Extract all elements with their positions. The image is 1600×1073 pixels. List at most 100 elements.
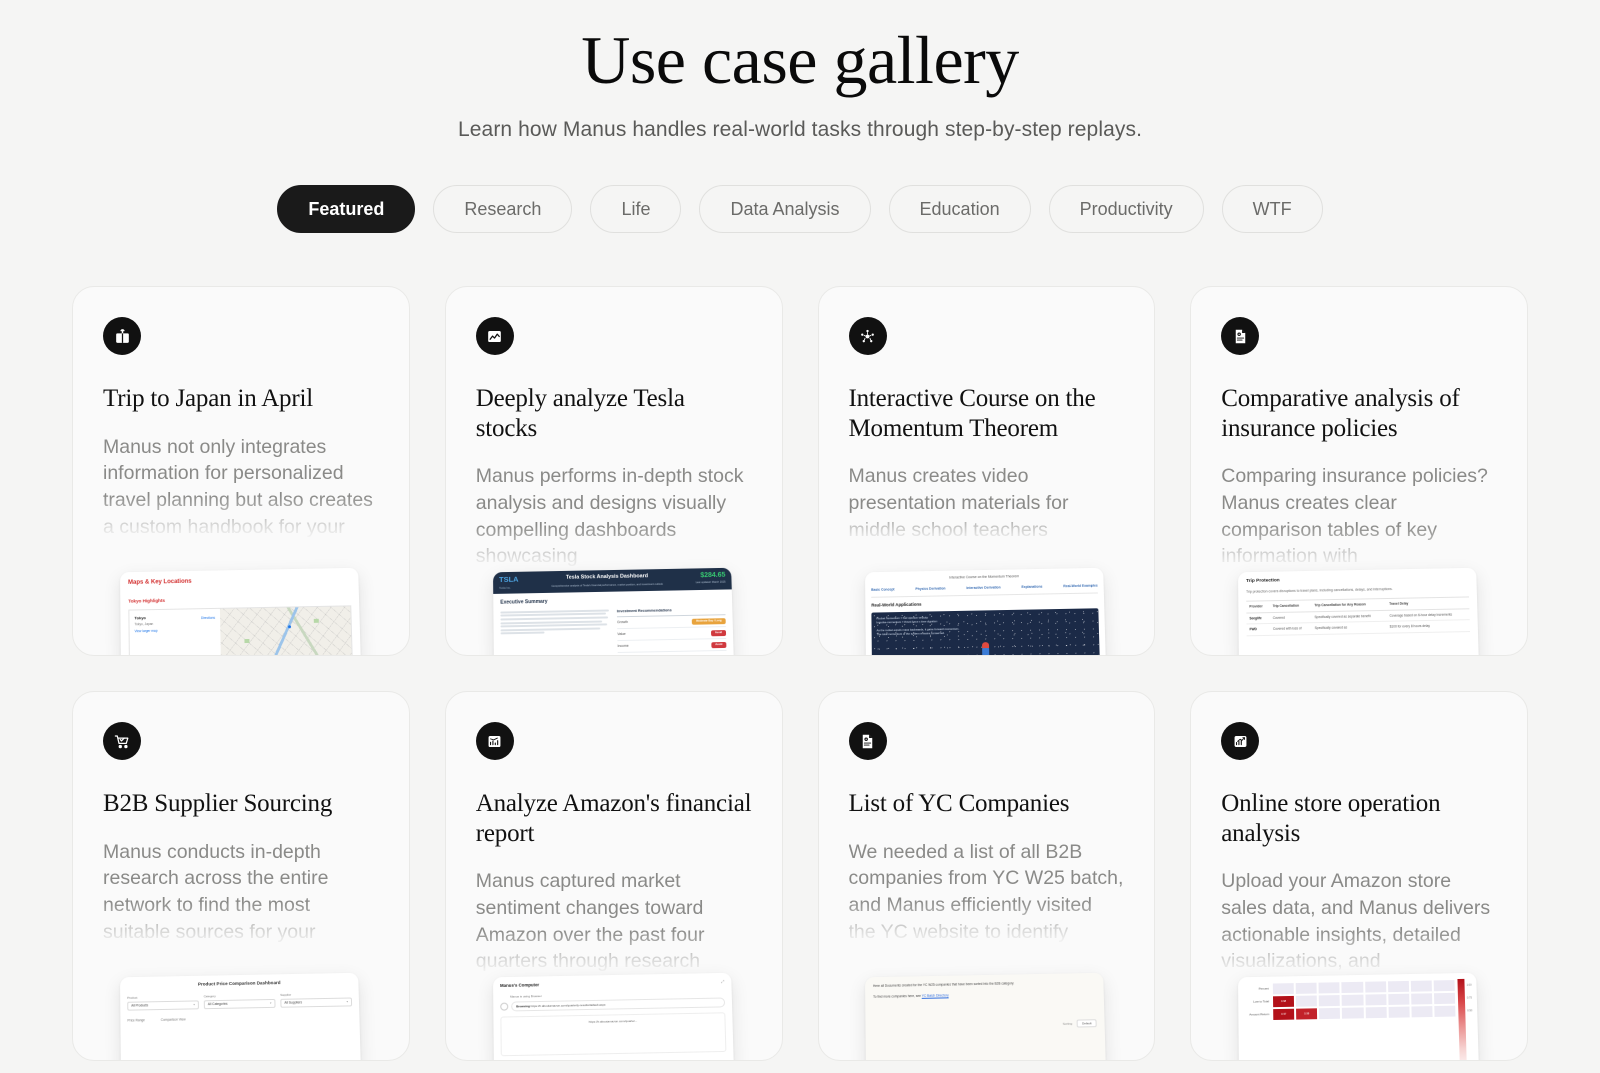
use-case-card[interactable]: Deeply analyze Tesla stocks Manus perfor… xyxy=(445,286,783,656)
preview-sub-right: Comparison View xyxy=(161,1018,186,1023)
preview-url-row: Browsing https://ir.aboutamazon.com/quar… xyxy=(500,997,725,1011)
tab-life[interactable]: Life xyxy=(590,185,681,233)
use-case-card[interactable]: Analyze Amazon's financial report Manus … xyxy=(445,691,783,1061)
preview-map-image xyxy=(220,607,352,656)
preview-rec-heading: Investment Recommendations xyxy=(616,607,725,617)
preview-price-sub: Last updated: March 2025 xyxy=(695,581,725,585)
use-case-gallery-page: Use case gallery Learn how Manus handles… xyxy=(0,0,1600,1073)
preview-window-header: Manus's Computer ⤢ xyxy=(500,979,725,990)
tab-research[interactable]: Research xyxy=(433,185,572,233)
preview-price: $284.65 xyxy=(695,572,725,579)
card-preview-thumbnail: Product Price Comparison Dashboard Produ… xyxy=(120,973,361,1061)
card-preview-thumbnail: Manus's Computer ⤢ Manus is using Browse… xyxy=(493,973,734,1061)
heatmap-row-label: Amount Return xyxy=(1243,1008,1272,1021)
tab-featured[interactable]: Featured xyxy=(277,185,415,233)
preview-section-title: Real-World Applications xyxy=(872,598,1099,609)
preview-ticker: TSLA xyxy=(499,576,519,584)
preview-subsections: Price Range Comparison View xyxy=(127,1014,352,1023)
preview-filter-fields: Product All Products▾ Category All Categ… xyxy=(127,991,352,1010)
preview-heading: Product Price Comparison Dashboard xyxy=(127,979,352,990)
preview-rec-badge: Avoid xyxy=(711,642,726,648)
preview-field-value: All Products xyxy=(131,1004,148,1009)
card-preview-thumbnail: Interactive Course on the Momentum Theor… xyxy=(865,568,1106,656)
preview-field-select: All Products▾ xyxy=(127,1001,199,1011)
preview-action-label: Browsing xyxy=(516,1004,530,1008)
table-cell: FWD xyxy=(1247,624,1271,636)
page-subtitle: Learn how Manus handles real-world tasks… xyxy=(0,118,1600,142)
preview-field-value: All Suppliers xyxy=(284,1001,302,1006)
use-case-card[interactable]: Online store operation analysis Upload y… xyxy=(1190,691,1528,1061)
atom-icon xyxy=(849,317,887,355)
table-cell: Covered with loss of xyxy=(1270,623,1312,635)
preview-field: Product All Products▾ xyxy=(127,994,199,1010)
card-title: B2B Supplier Sourcing xyxy=(103,789,379,819)
tab-data-analysis[interactable]: Data Analysis xyxy=(699,185,870,233)
use-case-card[interactable]: Comparative analysis of insurance polici… xyxy=(1190,286,1528,656)
preview-nav-item: Real-World Examples xyxy=(1064,584,1099,590)
card-title: Online store operation analysis xyxy=(1221,789,1497,848)
preview-sheet-label: Sorting xyxy=(1063,1022,1073,1026)
card-preview-thumbnail: Maps & Key Locations Tokyo Highlights To… xyxy=(120,568,361,656)
preview-rec-label: Growth xyxy=(617,621,628,626)
category-filter-tabs: Featured Research Life Data Analysis Edu… xyxy=(0,185,1600,233)
preview-rec-label: Value xyxy=(617,632,625,637)
tab-wtf[interactable]: WTF xyxy=(1222,185,1323,233)
preview-place-sub: Tokyo, Japan xyxy=(134,621,215,627)
heatmap-scale-ticks: 1.00 0.75 0.50 xyxy=(1465,979,1480,1061)
preview-course-title: Interactive Course on the Momentum Theor… xyxy=(871,573,1097,582)
preview-rec-row: Value Avoid xyxy=(617,630,726,641)
policy-doc-icon xyxy=(849,722,887,760)
use-case-card[interactable]: Interactive Course on the Momentum Theor… xyxy=(818,286,1156,656)
scale-tick: 0.50 xyxy=(1465,1004,1477,1017)
card-description: We needed a list of all B2B companies fr… xyxy=(849,839,1125,946)
card-title: List of YC Companies xyxy=(849,789,1125,819)
card-title: Comparative analysis of insurance polici… xyxy=(1221,384,1497,443)
preview-rec-row: Growth Moderate Buy / Long xyxy=(617,618,726,629)
page-header: Use case gallery Learn how Manus handles… xyxy=(0,0,1600,142)
card-description: Manus conducts in-depth research across … xyxy=(103,839,379,947)
rocket-icon xyxy=(982,646,989,656)
page-title: Use case gallery xyxy=(0,22,1600,98)
preview-link[interactable]: YC Batch Directory xyxy=(922,994,949,998)
card-title: Analyze Amazon's financial report xyxy=(476,789,752,848)
preview-url-text: https://ir.aboutamazon.com/quarterly-res… xyxy=(530,1003,605,1008)
use-case-card[interactable]: List of YC Companies We needed a list of… xyxy=(818,691,1156,1061)
preview-browser-panel: https://ir.aboutamazon.com/quarter... xyxy=(500,1013,726,1057)
preview-line-1: Here all Documents created for the YC W2… xyxy=(873,980,1095,989)
preview-comparison-table: Provider Trip Cancellation Trip Cancella… xyxy=(1246,597,1470,637)
preview-subheading: Tokyo Highlights xyxy=(128,594,351,605)
heatmap-cell: 0.99 xyxy=(1295,1007,1318,1020)
tab-productivity[interactable]: Productivity xyxy=(1049,185,1204,233)
use-case-card[interactable]: Trip to Japan in April Manus not only in… xyxy=(72,286,410,656)
policy-doc-icon xyxy=(1221,317,1259,355)
scale-tick: 0.75 xyxy=(1465,992,1477,1005)
card-preview-thumbnail: Trip Protection Trip protection covers d… xyxy=(1238,568,1479,656)
card-preview-thumbnail: Here all Documents created for the YC W2… xyxy=(865,973,1106,1061)
globe-icon xyxy=(500,1003,508,1011)
preview-field-label: Supplier xyxy=(280,991,352,997)
suitcase-icon xyxy=(103,317,141,355)
preview-dashboard-subtitle: Comprehensive analysis of Tesla's financ… xyxy=(518,582,695,589)
table-cell: Seeglife xyxy=(1247,613,1270,625)
preview-field: Category All Categories▾ xyxy=(204,993,276,1009)
preview-sheet-select: Default xyxy=(1077,1019,1097,1028)
card-description: Manus performs in-depth stock analysis a… xyxy=(476,463,752,570)
preview-rec-badge: Moderate Buy / Long xyxy=(692,618,726,624)
card-description: Comparing insurance policies? Manus crea… xyxy=(1221,463,1497,570)
scale-tick: 1.00 xyxy=(1465,979,1477,992)
preview-nav-item: Physics Derivation xyxy=(916,587,946,592)
preview-heading: Trip Protection xyxy=(1246,575,1469,586)
preview-line-2-text: To find more companies here, see xyxy=(874,994,922,999)
table-cell: Specifically covered as xyxy=(1312,622,1387,635)
heatmap-cell: 0.97 xyxy=(1272,1008,1295,1021)
use-case-card[interactable]: B2B Supplier Sourcing Manus conducts in-… xyxy=(72,691,410,1061)
preview-sub-left: Price Range xyxy=(127,1018,145,1023)
tab-education[interactable]: Education xyxy=(889,185,1031,233)
preview-field-select: All Suppliers▾ xyxy=(280,998,352,1008)
preview-field: Supplier All Suppliers▾ xyxy=(280,991,352,1007)
preview-recommendations: Investment Recommendations Growth Modera… xyxy=(616,607,726,653)
preview-map-info: Tokyo Tokyo, Japan Directions View large… xyxy=(129,609,221,656)
preview-line-2: To find more companies here, see YC Batc… xyxy=(874,991,1097,1000)
card-title: Trip to Japan in April xyxy=(103,384,379,414)
heatmap-cells: 0.98 0.97 0.99 xyxy=(1272,979,1458,1061)
